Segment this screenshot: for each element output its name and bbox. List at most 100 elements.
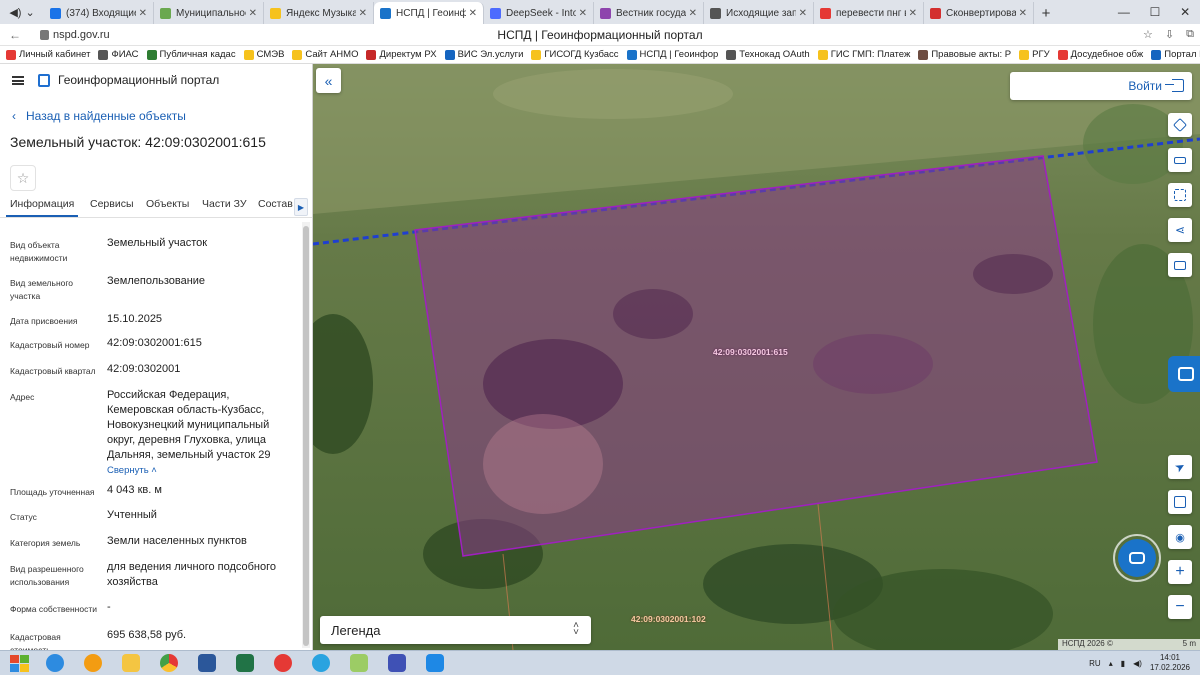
menu-icon[interactable] bbox=[12, 75, 24, 85]
chat-assistant-button[interactable] bbox=[1118, 539, 1156, 577]
language-indicator[interactable]: RU bbox=[1089, 659, 1101, 668]
clock[interactable]: 14:01 17.02.2026 bbox=[1150, 653, 1190, 673]
close-tab-icon[interactable]: ✕ bbox=[799, 8, 807, 19]
close-tab-icon[interactable]: ✕ bbox=[139, 8, 147, 19]
minus-icon: − bbox=[1175, 598, 1185, 615]
bookmark-item[interactable]: Сайт АНМО bbox=[292, 49, 358, 60]
favorite-button[interactable]: ☆ bbox=[10, 165, 36, 191]
taskbar-chrome[interactable] bbox=[154, 652, 184, 674]
tray-arrow-icon[interactable]: ▴ bbox=[1109, 659, 1113, 668]
extensions-icon[interactable]: ⧉ bbox=[1186, 28, 1194, 41]
bookmark-label: Досудебное обж bbox=[1070, 49, 1144, 60]
browser-tab[interactable]: НСПД | Геоинформ✕ bbox=[374, 2, 484, 24]
message-icon bbox=[1178, 367, 1194, 381]
bookmark-item[interactable]: Технокад OAuth bbox=[726, 49, 810, 60]
browser-tab[interactable]: (374) Входящие - Поч✕ bbox=[44, 2, 154, 24]
close-tab-icon[interactable]: ✕ bbox=[469, 8, 477, 19]
bookmark-item[interactable]: Досудебное обж bbox=[1057, 49, 1144, 60]
login-button[interactable]: Войти bbox=[1010, 72, 1192, 100]
property-value-text: для ведения личного подсобного хозяйства bbox=[107, 561, 277, 588]
taskbar-excel[interactable] bbox=[230, 652, 260, 674]
browser-tab[interactable]: Яндекс Музыка ✕ bbox=[264, 2, 374, 24]
select-area-button[interactable] bbox=[1168, 183, 1192, 207]
locate-button[interactable]: ➤ bbox=[1168, 455, 1192, 479]
bookmark-item[interactable]: ФИАС bbox=[98, 49, 139, 60]
browser-tab[interactable]: перевести пнг в jpg✕ bbox=[814, 2, 924, 24]
bookmark-item[interactable]: РГУ bbox=[1019, 49, 1050, 60]
browser-tab[interactable]: Сконвертированные✕ bbox=[924, 2, 1034, 24]
info-tab[interactable]: Сервисы bbox=[90, 198, 134, 217]
side-feedback-tab[interactable] bbox=[1168, 356, 1200, 392]
panel-scrollbar-thumb[interactable] bbox=[303, 226, 309, 646]
property-key: Дата присвоения bbox=[10, 316, 78, 326]
geolocation-button[interactable]: ◉ bbox=[1168, 525, 1192, 549]
bookmark-item[interactable]: СМЭВ bbox=[243, 49, 284, 60]
tab-audio-control[interactable]: ◀) ⌄ bbox=[0, 0, 44, 24]
bookmark-item[interactable]: Личный кабинет bbox=[6, 49, 90, 60]
close-window-icon[interactable]: ✕ bbox=[1180, 5, 1190, 19]
volume-icon[interactable]: ◀) bbox=[1133, 659, 1142, 668]
layers-button[interactable] bbox=[1168, 113, 1192, 137]
bookmark-item[interactable]: ГИС ГМП: Платеж bbox=[817, 49, 910, 60]
taskbar-app-1[interactable] bbox=[382, 652, 412, 674]
new-tab-button[interactable]: + bbox=[1034, 2, 1058, 24]
browser-tab[interactable]: Вестник государстве✕ bbox=[594, 2, 704, 24]
bookmark-item[interactable]: Правовые акты: Р bbox=[918, 49, 1011, 60]
taskbar-word[interactable] bbox=[192, 652, 222, 674]
taskbar-telegram[interactable] bbox=[306, 652, 336, 674]
minimize-icon[interactable]: — bbox=[1118, 5, 1130, 19]
maximize-icon[interactable]: ☐ bbox=[1150, 5, 1161, 19]
property-value: 4 043 кв. м bbox=[107, 483, 297, 498]
back-arrow-icon[interactable]: ← bbox=[4, 28, 26, 42]
browser-tab[interactable]: Муниципальное обр✕ bbox=[154, 2, 264, 24]
property-key: Вид земельного участка bbox=[10, 278, 74, 301]
app-icon bbox=[426, 654, 444, 672]
collapse-address-link[interactable]: Свернуть ˄ bbox=[107, 463, 297, 478]
close-tab-icon[interactable]: ✕ bbox=[249, 8, 257, 19]
browser-tab[interactable]: Исходящие запросы✕ bbox=[704, 2, 814, 24]
taskbar-ie[interactable] bbox=[40, 652, 70, 674]
bookmark-item[interactable]: Публичная кадас bbox=[146, 49, 236, 60]
close-tab-icon[interactable]: ✕ bbox=[689, 8, 697, 19]
taskbar-app-2[interactable] bbox=[420, 652, 450, 674]
legend-dropdown[interactable]: Легенда ˄ ˅ bbox=[320, 616, 591, 644]
map-view[interactable]: 42:09:0302001:615 42:09:0302001:102 « Во… bbox=[313, 64, 1200, 650]
bookmark-item[interactable]: ВИС Эл.услуги bbox=[444, 49, 524, 60]
taskbar-media[interactable] bbox=[78, 652, 108, 674]
browser-tab[interactable]: DeepSeek - Into the U✕ bbox=[484, 2, 594, 24]
taskbar-explorer[interactable] bbox=[116, 652, 146, 674]
tabs-scroll-right-button[interactable]: ▶ bbox=[294, 198, 308, 216]
close-tab-icon[interactable]: ✕ bbox=[909, 8, 917, 19]
zoom-in-button[interactable]: + bbox=[1168, 560, 1192, 584]
close-tab-icon[interactable]: ✕ bbox=[579, 8, 587, 19]
measure-button[interactable] bbox=[1168, 148, 1192, 172]
bookmark-item[interactable]: Портал ГИСОГД bbox=[1151, 49, 1200, 60]
bookmark-label: ВИС Эл.услуги bbox=[457, 49, 524, 60]
info-tab[interactable]: Информация bbox=[6, 198, 79, 217]
bookmark-item[interactable]: Директум РХ bbox=[366, 49, 437, 60]
info-tab[interactable]: Состав bbox=[258, 198, 293, 217]
bookmark-item[interactable]: ГИСОГД Кузбасс bbox=[531, 49, 619, 60]
info-tab[interactable]: Части ЗУ bbox=[202, 198, 247, 217]
collapse-panel-button[interactable]: « bbox=[316, 68, 341, 93]
close-tab-icon[interactable]: ✕ bbox=[359, 8, 367, 19]
chat-icon bbox=[1129, 552, 1145, 564]
share-button[interactable]: ⋖ bbox=[1168, 218, 1192, 242]
zoom-out-button[interactable]: − bbox=[1168, 595, 1192, 619]
download-icon[interactable]: ⇩ bbox=[1165, 28, 1174, 41]
info-tab[interactable]: Объекты bbox=[146, 198, 189, 217]
minimap-button[interactable] bbox=[1168, 490, 1192, 514]
start-button[interactable] bbox=[6, 653, 32, 673]
close-tab-icon[interactable]: ✕ bbox=[1019, 8, 1027, 19]
network-icon[interactable]: ▮ bbox=[1121, 659, 1125, 668]
taskbar-files[interactable] bbox=[344, 652, 374, 674]
taskbar-yandex[interactable] bbox=[268, 652, 298, 674]
back-to-results-link[interactable]: ‹ Назад в найденные объекты bbox=[12, 108, 312, 124]
neighbor-parcel-label[interactable]: 42:09:0302001:102 bbox=[631, 614, 706, 624]
parcel-label[interactable]: 42:09:0302001:615 bbox=[713, 347, 788, 357]
bookmark-item[interactable]: НСПД | Геоинфор bbox=[626, 49, 718, 60]
print-button[interactable] bbox=[1168, 253, 1192, 277]
bookmark-icon[interactable]: ☆ bbox=[1143, 28, 1153, 41]
ruler-icon bbox=[1174, 156, 1186, 164]
url-field[interactable]: nspd.gov.ru bbox=[40, 29, 300, 41]
